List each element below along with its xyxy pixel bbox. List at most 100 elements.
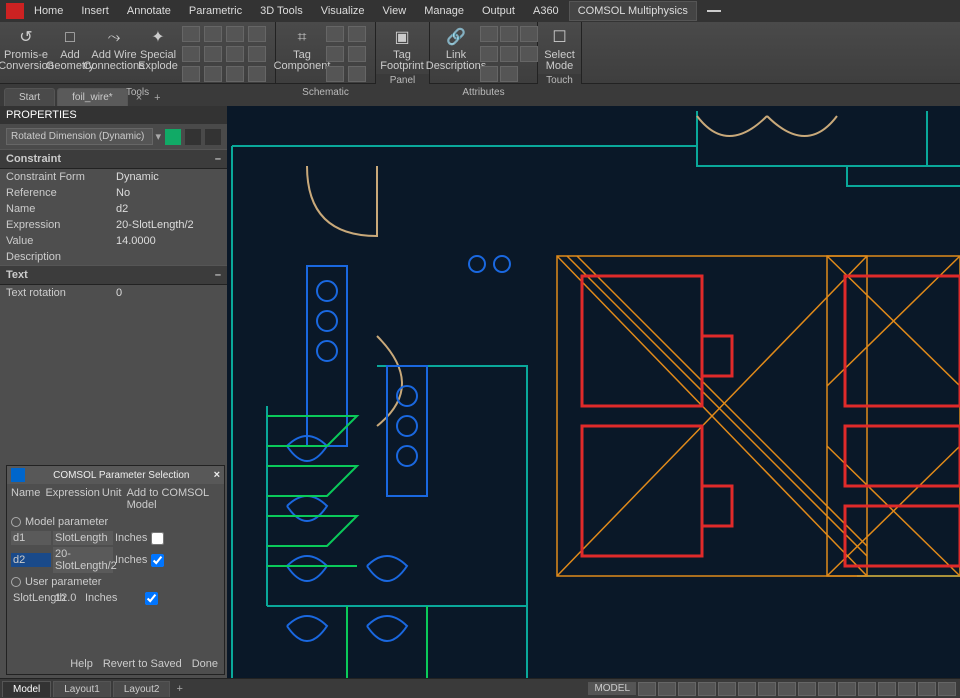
status-icon-15[interactable] — [918, 682, 936, 696]
tool-small-9[interactable] — [182, 66, 200, 82]
pin-icon[interactable] — [205, 129, 221, 145]
sch-small-2[interactable] — [348, 26, 366, 42]
menu-visualize[interactable]: Visualize — [313, 2, 373, 20]
tab-model[interactable]: Model — [2, 681, 51, 697]
sch-small-5[interactable] — [326, 66, 344, 82]
status-icon-16[interactable] — [938, 682, 956, 696]
attr-small-6[interactable] — [520, 46, 538, 62]
layout-add-icon[interactable]: + — [170, 681, 188, 697]
sch-small-4[interactable] — [348, 46, 366, 62]
tool-small-10[interactable] — [204, 66, 222, 82]
status-icon-3[interactable] — [678, 682, 696, 696]
attr-small-2[interactable] — [500, 26, 518, 42]
menu-comsol[interactable]: COMSOL Multiphysics — [569, 1, 697, 21]
schematic-small-icons — [324, 24, 370, 86]
special-explode-button[interactable]: ✦Special Explode — [136, 24, 180, 74]
spark-icon: ✦ — [145, 26, 171, 50]
comsol-parameter-dialog[interactable]: COMSOL Parameter Selection × NameExpress… — [6, 465, 225, 675]
select-mode-button[interactable]: ☐Select Mode — [542, 24, 577, 74]
checkbox-d1[interactable] — [151, 532, 164, 545]
group-label-attributes: Attributes — [430, 86, 537, 100]
attr-small-3[interactable] — [520, 26, 538, 42]
menu-parametric[interactable]: Parametric — [181, 2, 250, 20]
status-icon-5[interactable] — [718, 682, 736, 696]
promise-conversion-button[interactable]: ↺Promis-e Conversion — [4, 24, 48, 74]
checkbox-slotlength[interactable] — [145, 592, 158, 605]
tool-small-8[interactable] — [248, 46, 266, 62]
radio-user-parameter[interactable] — [11, 577, 21, 587]
sch-small-1[interactable] — [326, 26, 344, 42]
param-row-slotlength[interactable]: SlotLength 12.0 Inches — [7, 590, 224, 606]
help-button[interactable]: Help — [70, 658, 93, 670]
status-icon-4[interactable] — [698, 682, 716, 696]
tab-layout1[interactable]: Layout1 — [53, 681, 111, 697]
tool-small-12[interactable] — [248, 66, 266, 82]
menu-manage[interactable]: Manage — [416, 2, 472, 20]
sch-small-6[interactable] — [348, 66, 366, 82]
status-icon-11[interactable] — [838, 682, 856, 696]
tab-foilwire[interactable]: foil_wire* — [57, 88, 128, 106]
drawing-canvas[interactable] — [227, 106, 960, 678]
param-row-d1[interactable]: d1 SlotLength Inches — [7, 530, 224, 546]
attr-small-5[interactable] — [500, 46, 518, 62]
tool-small-11[interactable] — [226, 66, 244, 82]
status-icon-13[interactable] — [878, 682, 896, 696]
revert-button[interactable]: Revert to Saved — [103, 658, 182, 670]
radio-model-parameter[interactable] — [11, 517, 21, 527]
prop-value[interactable]: Dynamic — [116, 171, 159, 183]
attr-small-4[interactable] — [480, 46, 498, 62]
tool-small-6[interactable] — [204, 46, 222, 62]
status-model-label: MODEL — [588, 682, 636, 695]
tool-small-5[interactable] — [182, 46, 200, 62]
tag-footprint-button[interactable]: ▣Tag Footprint — [380, 24, 424, 74]
menu-insert[interactable]: Insert — [73, 2, 117, 20]
status-icon-2[interactable] — [658, 682, 676, 696]
status-icon-8[interactable] — [778, 682, 796, 696]
status-icon-1[interactable] — [638, 682, 656, 696]
status-icon-6[interactable] — [738, 682, 756, 696]
done-button[interactable]: Done — [192, 658, 218, 670]
sch-small-3[interactable] — [326, 46, 344, 62]
status-bar: Model Layout1 Layout2 + MODEL — [0, 678, 960, 698]
dialog-title: COMSOL Parameter Selection — [29, 470, 214, 481]
menu-annotate[interactable]: Annotate — [119, 2, 179, 20]
section-constraint[interactable]: Constraint– — [0, 149, 227, 169]
collapse-icon: – — [215, 269, 221, 281]
tab-add-icon[interactable]: + — [148, 90, 166, 106]
tab-layout2[interactable]: Layout2 — [113, 681, 171, 697]
status-icon-12[interactable] — [858, 682, 876, 696]
tool-small-3[interactable] — [226, 26, 244, 42]
status-icon-7[interactable] — [758, 682, 776, 696]
tool-small-4[interactable] — [248, 26, 266, 42]
tab-start[interactable]: Start — [4, 88, 55, 106]
checkbox-d2[interactable] — [151, 554, 164, 567]
menu-output[interactable]: Output — [474, 2, 523, 20]
menu-home[interactable]: Home — [26, 2, 71, 20]
filter-icon[interactable] — [185, 129, 201, 145]
link-descriptions-button[interactable]: 🔗Link Descriptions — [434, 24, 478, 74]
attr-small-1[interactable] — [480, 26, 498, 42]
status-icon-14[interactable] — [898, 682, 916, 696]
status-icon-9[interactable] — [798, 682, 816, 696]
close-icon[interactable]: × — [214, 469, 220, 481]
tool-small-2[interactable] — [204, 26, 222, 42]
attr-small-8[interactable] — [500, 66, 518, 82]
menu-3dtools[interactable]: 3D Tools — [252, 2, 311, 20]
add-wire-connections-button[interactable]: ⤳Add Wire Connections — [92, 24, 136, 74]
footprint-icon: ▣ — [389, 26, 415, 50]
param-row-d2[interactable]: d2 20-SlotLength/2 Inches — [7, 546, 224, 574]
tag-component-button[interactable]: ⌗Tag Component — [280, 24, 324, 74]
menu-a360[interactable]: A360 — [525, 2, 567, 20]
tool-small-1[interactable] — [182, 26, 200, 42]
collapse-icon[interactable] — [707, 10, 721, 12]
menu-view[interactable]: View — [375, 2, 415, 20]
tool-small-7[interactable] — [226, 46, 244, 62]
group-label-panel: Panel — [376, 74, 429, 88]
tab-close-icon[interactable]: × — [130, 90, 148, 106]
color-swatch-icon[interactable] — [165, 129, 181, 145]
attr-small-7[interactable] — [480, 66, 498, 82]
status-icon-10[interactable] — [818, 682, 836, 696]
chevron-down-icon[interactable]: ▾ — [155, 130, 161, 143]
section-text[interactable]: Text– — [0, 265, 227, 285]
object-type-dropdown[interactable]: Rotated Dimension (Dynamic) — [6, 128, 153, 145]
